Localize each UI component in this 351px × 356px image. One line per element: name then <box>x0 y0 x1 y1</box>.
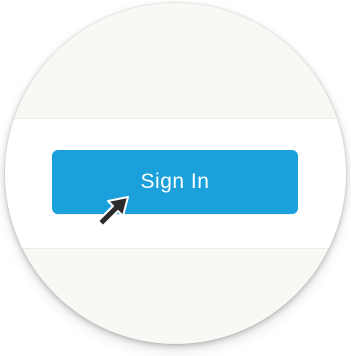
sign-in-button[interactable]: Sign In <box>52 150 298 214</box>
magnifier-lens: Sign In <box>5 3 346 344</box>
arrow-cursor-icon <box>97 196 129 227</box>
sign-in-label: Sign In <box>140 170 210 193</box>
stage: Sign In <box>0 0 351 356</box>
